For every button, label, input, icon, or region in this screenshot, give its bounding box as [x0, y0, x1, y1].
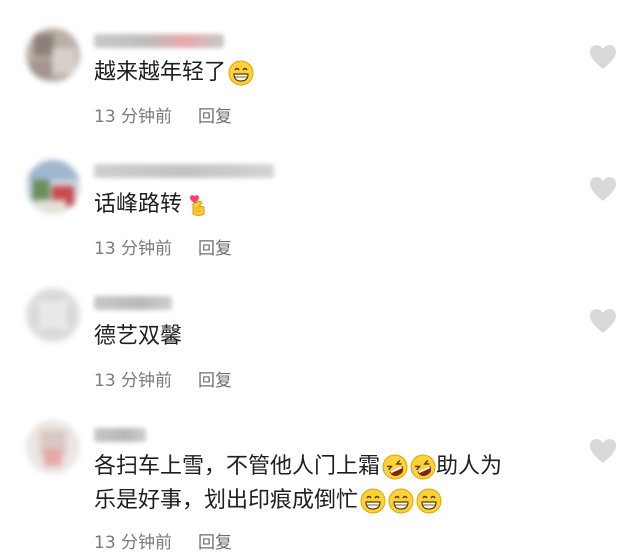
grin-emoji: [228, 60, 254, 86]
reply-button[interactable]: 回复: [198, 234, 232, 259]
username-blurred[interactable]: [94, 34, 224, 48]
comment-item: 越来越年轻了 13 分钟前 回复: [0, 0, 640, 140]
comment-text-line1: 各扫车上雪，不管他人门上霜 助人为: [94, 452, 502, 482]
comment-text: 话峰路转: [94, 190, 210, 220]
comment-item: 德艺双馨 13 分钟前 回复: [0, 272, 640, 404]
like-heart-icon[interactable]: [588, 436, 618, 466]
comment-time: 13 分钟前: [94, 239, 173, 259]
comment-text-content: 各扫车上雪，不管他人门上霜: [94, 454, 381, 479]
like-heart-icon[interactable]: [588, 42, 618, 72]
rofl-emoji: [382, 454, 408, 480]
username-blurred[interactable]: [94, 296, 172, 310]
comment-time: 13 分钟前: [94, 533, 173, 553]
avatar[interactable]: [26, 28, 80, 82]
comment-text-content: 话峰路转: [94, 192, 183, 217]
comment-text-line2: 乐是好事，划出印痕成倒忙: [94, 486, 442, 516]
comment-item: 各扫车上雪，不管他人门上霜 助人为 乐是好事，划出印痕成倒忙 13 分钟前 回复: [0, 404, 640, 558]
comment-text: 越来越年轻了: [94, 58, 254, 88]
like-heart-icon[interactable]: [588, 174, 618, 204]
rofl-emoji: [410, 454, 436, 480]
avatar[interactable]: [26, 160, 80, 214]
comment-meta: 13 分钟前 回复: [94, 234, 232, 259]
avatar[interactable]: [26, 420, 80, 474]
reply-button[interactable]: 回复: [198, 528, 232, 553]
comment-item: 话峰路转 13 分钟前 回复: [0, 140, 640, 272]
comment-text-content: 德艺双馨: [94, 324, 183, 349]
comment-text-content: 越来越年轻了: [94, 60, 227, 85]
comment-meta: 13 分钟前 回复: [94, 528, 232, 553]
comment-text: 德艺双馨: [94, 322, 182, 352]
grin-emoji: [360, 488, 386, 514]
finger-heart-emoji: [184, 192, 210, 218]
grin-emoji: [388, 488, 414, 514]
reply-button[interactable]: 回复: [198, 366, 232, 391]
grin-emoji: [416, 488, 442, 514]
comment-meta: 13 分钟前 回复: [94, 366, 232, 391]
reply-button[interactable]: 回复: [198, 102, 232, 127]
like-heart-icon[interactable]: [588, 306, 618, 336]
comment-text-continuation: 助人为: [436, 454, 503, 479]
comment-time: 13 分钟前: [94, 107, 173, 127]
comment-text-content: 乐是好事，划出印痕成倒忙: [94, 488, 359, 513]
comment-time: 13 分钟前: [94, 371, 173, 391]
username-blurred[interactable]: [94, 428, 146, 442]
comment-meta: 13 分钟前 回复: [94, 102, 232, 127]
username-blurred[interactable]: [94, 164, 274, 178]
avatar[interactable]: [26, 288, 80, 342]
